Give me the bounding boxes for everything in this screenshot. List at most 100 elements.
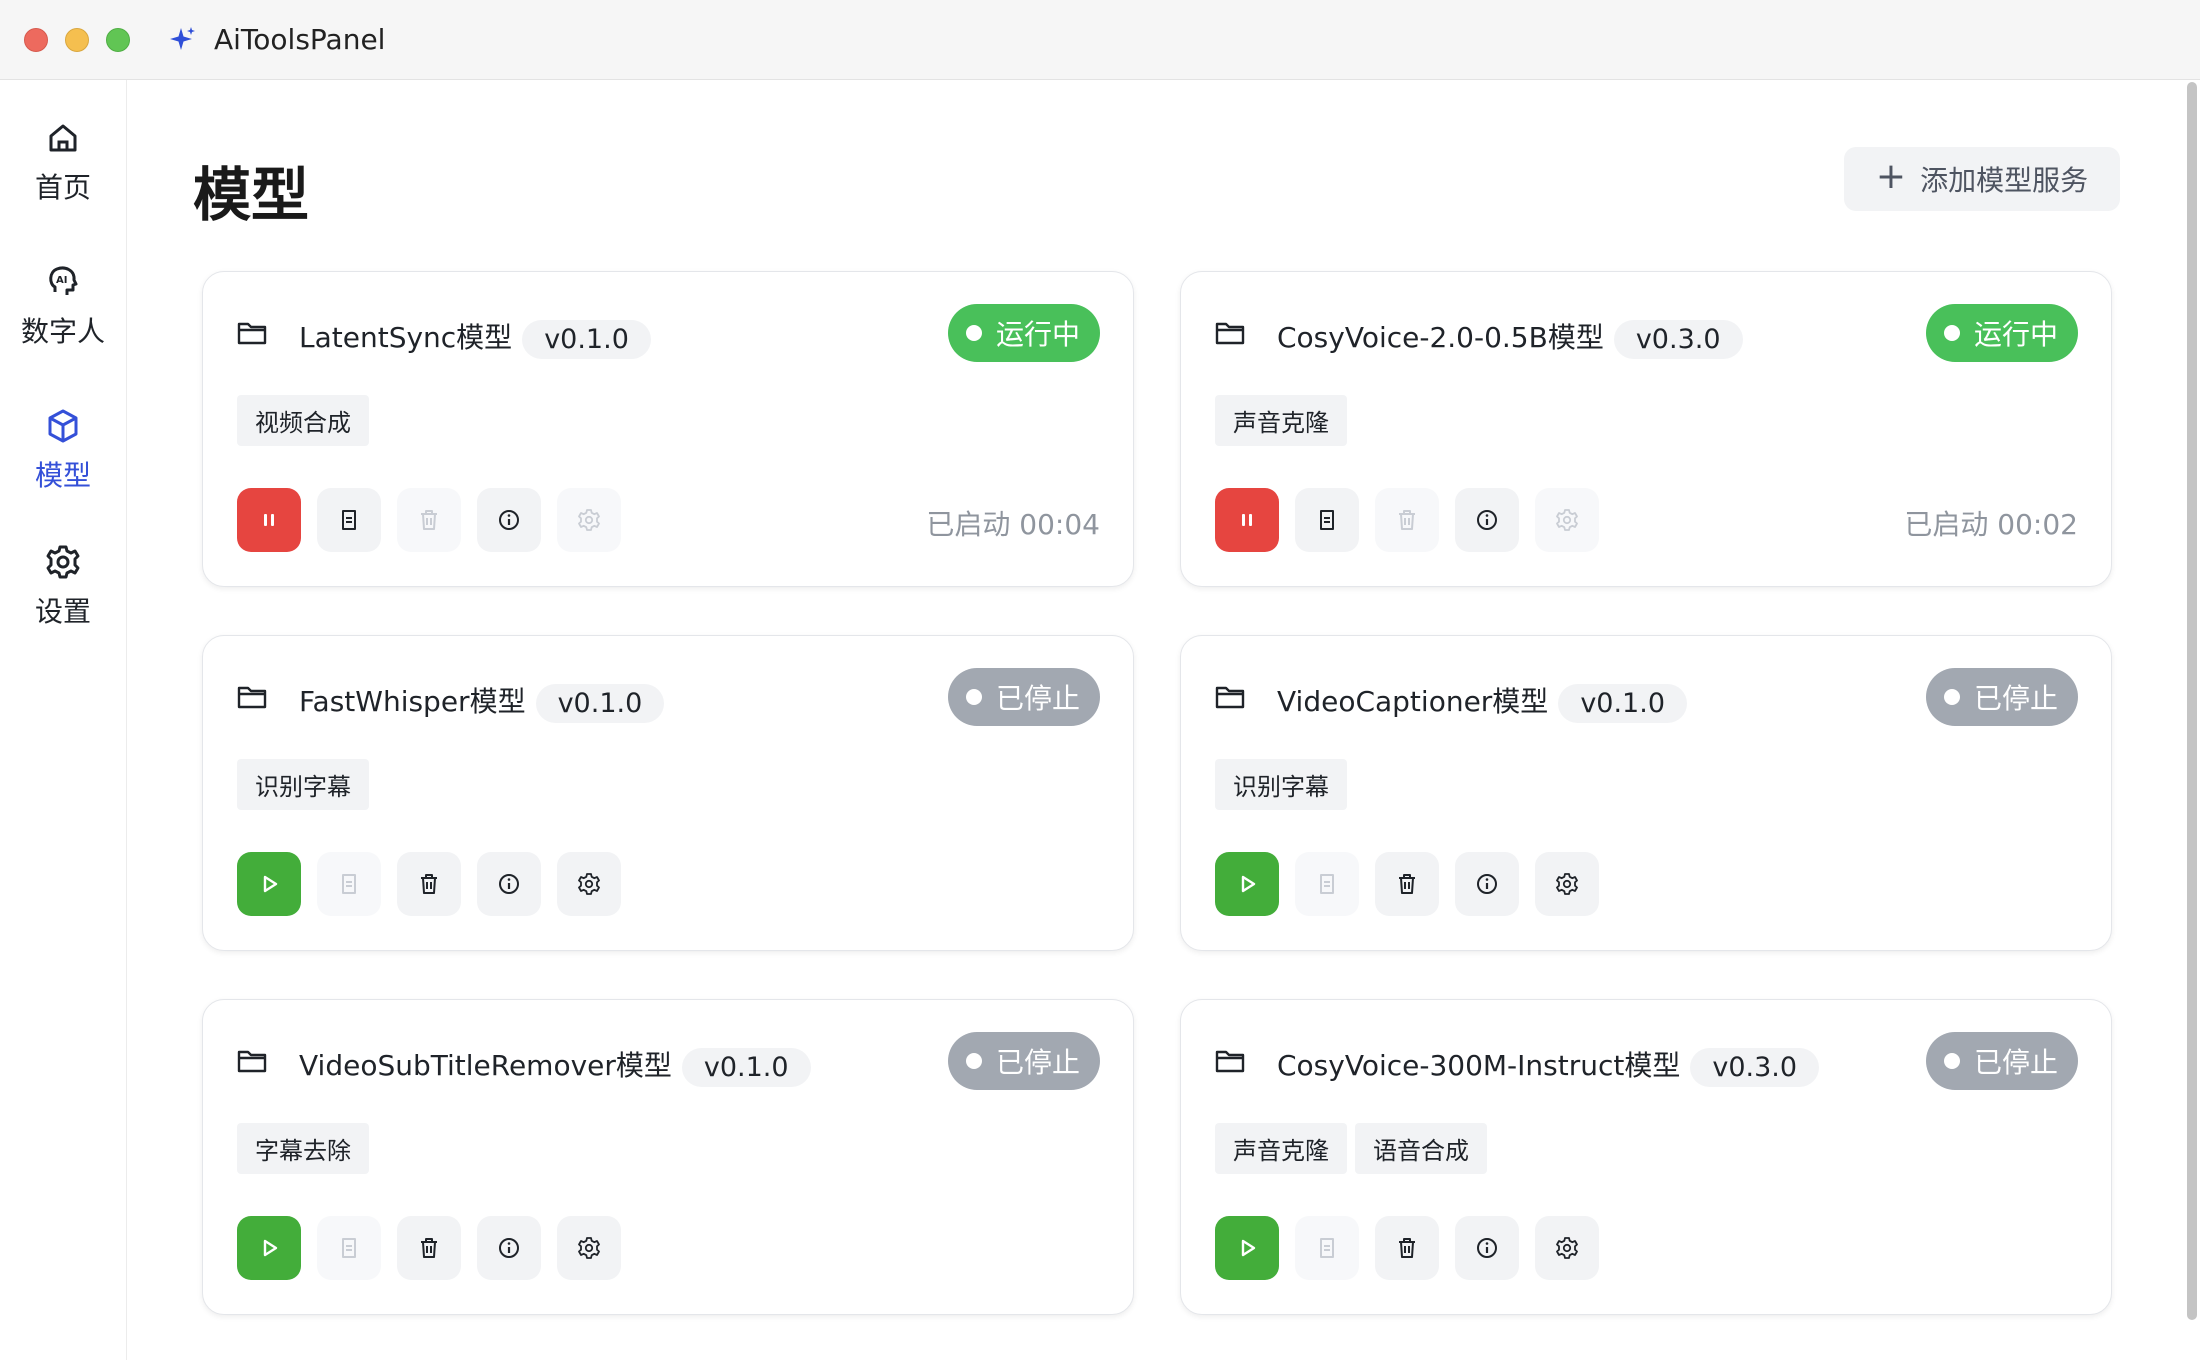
info-icon — [499, 510, 519, 530]
model-name: VideoCaptioner模型 — [1277, 685, 1549, 718]
version-badge: v0.1.0 — [522, 319, 651, 359]
maximize-window-button[interactable] — [106, 27, 130, 52]
category-tag: 语音合成 — [1355, 1123, 1487, 1174]
info-button[interactable] — [1455, 1216, 1519, 1280]
home-icon — [49, 124, 77, 152]
add-model-service-button[interactable]: + 添加模型服务 — [1844, 147, 2120, 211]
version-badge: v0.1.0 — [681, 1047, 811, 1087]
delete-button[interactable] — [397, 488, 461, 552]
settings-button[interactable] — [1535, 852, 1599, 916]
settings-button[interactable] — [1535, 488, 1599, 552]
gear-icon — [1556, 509, 1578, 531]
category-tag: 识别字幕 — [1215, 759, 1347, 810]
info-button[interactable] — [477, 1216, 541, 1280]
info-icon — [1477, 1238, 1497, 1258]
logs-button[interactable] — [317, 488, 381, 552]
settings-button[interactable] — [557, 488, 621, 552]
document-icon — [1320, 1238, 1334, 1258]
document-icon — [342, 874, 356, 894]
folder-icon[interactable] — [237, 684, 267, 710]
document-icon — [1320, 874, 1334, 894]
pause-button[interactable] — [237, 488, 301, 552]
logs-button[interactable] — [1295, 852, 1359, 916]
status-badge: 已停止 — [947, 668, 1100, 726]
logs-button[interactable] — [317, 852, 381, 916]
model-card: CosyVoice-2.0-0.5B模型 v0.3.0 运行中 声音克隆 已启动 … — [1180, 271, 2112, 587]
sidebar-item-label: 首页 — [34, 171, 91, 204]
info-icon — [499, 1238, 519, 1258]
gear-icon — [578, 873, 600, 895]
model-name: CosyVoice-2.0-0.5B模型 — [1277, 321, 1604, 354]
folder-icon[interactable] — [237, 320, 267, 346]
status-badge: 已停止 — [1925, 668, 2078, 726]
play-icon — [263, 1239, 278, 1257]
category-tag: 视频合成 — [237, 395, 369, 446]
sidebar-item-settings[interactable]: 设置 — [0, 542, 126, 652]
svg-text:AI: AI — [56, 275, 67, 286]
folder-icon[interactable] — [237, 1048, 267, 1074]
status-dot-icon — [965, 689, 982, 705]
sidebar-item-digital-human[interactable]: AI 数字人 — [0, 262, 126, 372]
version-badge: v0.3.0 — [1690, 1047, 1820, 1087]
status-label: 已停止 — [995, 682, 1080, 715]
play-icon — [1241, 875, 1256, 893]
start-button[interactable] — [237, 852, 301, 916]
trash-icon — [421, 1238, 437, 1258]
close-window-button[interactable] — [24, 27, 48, 52]
logs-button[interactable] — [317, 1216, 381, 1280]
trash-icon — [1399, 510, 1415, 530]
settings-button[interactable] — [557, 1216, 621, 1280]
sidebar-item-label: 数字人 — [20, 315, 105, 348]
info-button[interactable] — [1455, 852, 1519, 916]
delete-button[interactable] — [1375, 488, 1439, 552]
sidebar-item-models[interactable]: 模型 — [0, 406, 126, 516]
info-button[interactable] — [477, 852, 541, 916]
delete-button[interactable] — [1375, 852, 1439, 916]
settings-button[interactable] — [557, 852, 621, 916]
model-name: CosyVoice-300M-Instruct模型 — [1277, 1049, 1681, 1082]
info-icon — [499, 874, 519, 894]
logs-button[interactable] — [1295, 1216, 1359, 1280]
start-button[interactable] — [1215, 1216, 1279, 1280]
cube-icon — [48, 409, 78, 443]
delete-button[interactable] — [397, 852, 461, 916]
uptime-label: 已启动 00:02 — [1904, 508, 2078, 541]
scrollbar[interactable] — [2186, 82, 2198, 1360]
category-tag: 识别字幕 — [237, 759, 369, 810]
document-icon — [342, 510, 356, 530]
gear-icon — [578, 1237, 600, 1259]
folder-icon[interactable] — [1215, 320, 1245, 346]
model-card: CosyVoice-300M-Instruct模型 v0.3.0 已停止 声音克隆… — [1180, 999, 2112, 1315]
logs-button[interactable] — [1295, 488, 1359, 552]
start-button[interactable] — [237, 1216, 301, 1280]
trash-icon — [421, 510, 437, 530]
trash-icon — [1399, 1238, 1415, 1258]
settings-button[interactable] — [1535, 1216, 1599, 1280]
page-title: 模型 — [193, 161, 310, 229]
play-icon — [263, 875, 278, 893]
gear-icon — [1556, 1237, 1578, 1259]
scrollbar-thumb[interactable] — [2187, 82, 2197, 1320]
start-button[interactable] — [1215, 852, 1279, 916]
status-dot-icon — [1943, 689, 1960, 705]
sidebar-item-label: 模型 — [34, 459, 91, 492]
status-dot-icon — [1943, 325, 1960, 341]
folder-icon[interactable] — [1215, 1048, 1245, 1074]
delete-button[interactable] — [397, 1216, 461, 1280]
folder-icon[interactable] — [1215, 684, 1245, 710]
trash-icon — [421, 874, 437, 894]
status-label: 已停止 — [1973, 1046, 2058, 1079]
delete-button[interactable] — [1375, 1216, 1439, 1280]
status-dot-icon — [1943, 1053, 1960, 1069]
info-button[interactable] — [1455, 488, 1519, 552]
status-dot-icon — [965, 325, 982, 341]
ai-head-icon: AI — [49, 266, 78, 295]
model-card: VideoCaptioner模型 v0.1.0 已停止 识别字幕 — [1180, 635, 2112, 951]
sidebar-item-home[interactable]: 首页 — [0, 118, 126, 228]
info-button[interactable] — [477, 488, 541, 552]
minimize-window-button[interactable] — [65, 27, 89, 52]
pause-button[interactable] — [1215, 488, 1279, 552]
pause-icon — [1242, 514, 1252, 526]
model-card: LatentSync模型 v0.1.0 运行中 视频合成 已启动 00:04 — [202, 271, 1134, 587]
card-actions — [237, 1216, 621, 1280]
